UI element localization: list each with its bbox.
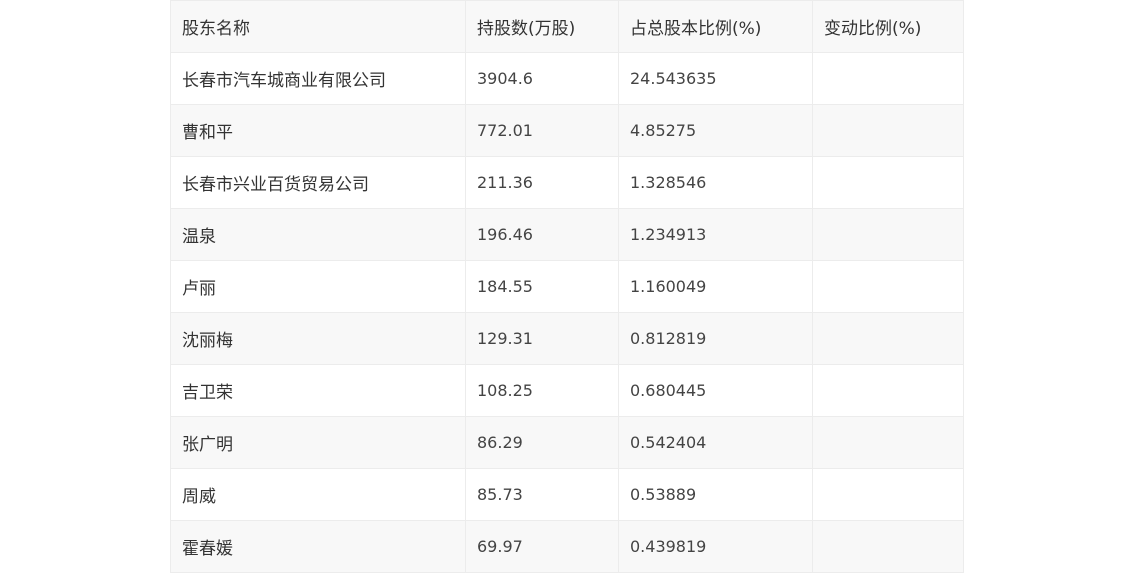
cell-shareholder-name: 长春市兴业百货贸易公司 xyxy=(170,156,466,209)
header-shares-held: 持股数(万股) xyxy=(465,0,619,53)
cell-shareholder-name: 周威 xyxy=(170,468,466,521)
cell-change-ratio xyxy=(812,312,964,365)
cell-shareholder-name: 沈丽梅 xyxy=(170,312,466,365)
shareholder-table: 股东名称 持股数(万股) 占总股本比例(%) 变动比例(%) 长春市汽车城商业有… xyxy=(170,0,964,573)
cell-change-ratio xyxy=(812,104,964,157)
cell-shares-held: 85.73 xyxy=(465,468,619,521)
cell-share-ratio: 0.439819 xyxy=(618,520,813,573)
cell-change-ratio xyxy=(812,260,964,313)
table-row: 温泉 196.46 1.234913 xyxy=(170,208,964,261)
cell-change-ratio xyxy=(812,52,964,105)
cell-shareholder-name: 温泉 xyxy=(170,208,466,261)
cell-shares-held: 86.29 xyxy=(465,416,619,469)
cell-share-ratio: 0.680445 xyxy=(618,364,813,417)
cell-shares-held: 184.55 xyxy=(465,260,619,313)
cell-shares-held: 69.97 xyxy=(465,520,619,573)
table-row: 吉卫荣 108.25 0.680445 xyxy=(170,364,964,417)
cell-share-ratio: 0.812819 xyxy=(618,312,813,365)
cell-change-ratio xyxy=(812,468,964,521)
cell-share-ratio: 1.234913 xyxy=(618,208,813,261)
table-row: 曹和平 772.01 4.85275 xyxy=(170,104,964,157)
cell-share-ratio: 24.543635 xyxy=(618,52,813,105)
cell-share-ratio: 1.328546 xyxy=(618,156,813,209)
shareholder-table-container: 股东名称 持股数(万股) 占总股本比例(%) 变动比例(%) 长春市汽车城商业有… xyxy=(170,0,964,573)
table-header-row: 股东名称 持股数(万股) 占总股本比例(%) 变动比例(%) xyxy=(170,0,964,53)
table-row: 霍春媛 69.97 0.439819 xyxy=(170,520,964,573)
header-change-ratio: 变动比例(%) xyxy=(812,0,964,53)
cell-shareholder-name: 卢丽 xyxy=(170,260,466,313)
cell-shares-held: 772.01 xyxy=(465,104,619,157)
cell-shareholder-name: 张广明 xyxy=(170,416,466,469)
cell-share-ratio: 1.160049 xyxy=(618,260,813,313)
header-shareholder-name: 股东名称 xyxy=(170,0,466,53)
cell-shares-held: 196.46 xyxy=(465,208,619,261)
cell-shares-held: 129.31 xyxy=(465,312,619,365)
cell-change-ratio xyxy=(812,208,964,261)
table-row: 长春市汽车城商业有限公司 3904.6 24.543635 xyxy=(170,52,964,105)
header-share-ratio: 占总股本比例(%) xyxy=(618,0,813,53)
cell-change-ratio xyxy=(812,520,964,573)
cell-shares-held: 108.25 xyxy=(465,364,619,417)
cell-share-ratio: 0.53889 xyxy=(618,468,813,521)
cell-shares-held: 211.36 xyxy=(465,156,619,209)
cell-share-ratio: 4.85275 xyxy=(618,104,813,157)
table-row: 卢丽 184.55 1.160049 xyxy=(170,260,964,313)
table-row: 周威 85.73 0.53889 xyxy=(170,468,964,521)
cell-shareholder-name: 吉卫荣 xyxy=(170,364,466,417)
table-row: 沈丽梅 129.31 0.812819 xyxy=(170,312,964,365)
cell-shareholder-name: 曹和平 xyxy=(170,104,466,157)
cell-change-ratio xyxy=(812,156,964,209)
cell-change-ratio xyxy=(812,364,964,417)
table-row: 张广明 86.29 0.542404 xyxy=(170,416,964,469)
table-row: 长春市兴业百货贸易公司 211.36 1.328546 xyxy=(170,156,964,209)
cell-shareholder-name: 霍春媛 xyxy=(170,520,466,573)
cell-change-ratio xyxy=(812,416,964,469)
cell-shareholder-name: 长春市汽车城商业有限公司 xyxy=(170,52,466,105)
cell-share-ratio: 0.542404 xyxy=(618,416,813,469)
cell-shares-held: 3904.6 xyxy=(465,52,619,105)
